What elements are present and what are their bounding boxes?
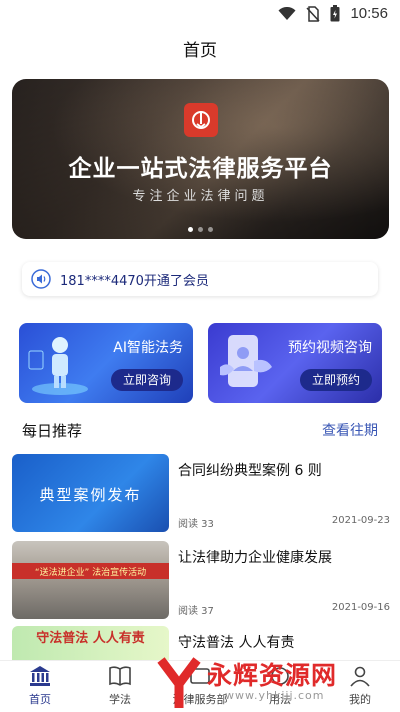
consult-now-button[interactable]: 立即咨询 [111,369,183,391]
scales-logo-icon [192,111,210,129]
clock: 10:56 [350,5,388,22]
article-reads: 阅读 33 [178,519,214,530]
brand-logo [184,103,218,137]
robot-illustration-icon [28,337,88,395]
video-consult-card[interactable]: 预约视频咨询 立即预约 [208,323,382,403]
carousel-dot[interactable] [198,227,203,232]
watermark-logo-icon [157,657,201,708]
ai-legal-card[interactable]: AI智能法务 立即咨询 [19,323,193,403]
status-bar: 10:56 [0,0,400,28]
article-thumbnail: 守法普法 人人有责 [12,626,169,660]
member-notice[interactable]: 181****4470开通了会员 [22,262,378,296]
ai-legal-title: AI智能法务 [113,340,183,356]
article-thumbnail: 典型案例发布 [12,454,169,532]
view-past-link[interactable]: 查看往期 [322,420,378,440]
banner-carousel[interactable]: 企业一站式法律服务平台 专注企业法律问题 [12,79,389,239]
daily-recommend-title: 每日推荐 [22,421,83,440]
tab-label: 学法 [109,693,131,706]
tab-learn-law[interactable]: 学法 [80,661,160,712]
bank-icon [30,666,50,686]
carousel-dots [12,227,389,232]
battery-icon [330,5,340,22]
book-icon [109,666,131,686]
article-title: 让法律助力企业健康发展 [178,550,332,566]
article-thumbnail: “送法进企业” 法治宣传活动 [12,541,169,619]
watermark-brand: 永辉资源网 [207,661,338,690]
wifi-icon [278,6,296,20]
tab-home[interactable]: 首页 [0,661,80,712]
speaker-icon [31,269,51,289]
video-consult-title: 预约视频咨询 [288,340,372,356]
thumbnail-caption: 守法普法 人人有责 [36,631,145,646]
article-item[interactable]: “送法进企业” 法治宣传活动 让法律助力企业健康发展 阅读 37 2021-09… [12,541,390,619]
article-title: 守法普法 人人有责 [178,635,295,651]
thumbnail-caption: “送法进企业” 法治宣传活动 [34,568,147,578]
watermark-url: www.yhkjjj.com [225,689,325,702]
notice-text: 181****4470开通了会员 [60,273,209,289]
article-reads: 阅读 37 [178,606,214,617]
banner-subtitle: 专注企业法律问题 [132,189,269,204]
status-icons: 10:56 [278,5,388,22]
no-sim-icon [306,5,321,22]
phone-video-illustration-icon [220,335,272,387]
book-now-button[interactable]: 立即预约 [300,369,372,391]
thumbnail-caption: 典型案例发布 [39,486,142,504]
article-title: 合同纠纷典型案例 6 则 [178,463,322,479]
article-date: 2021-09-23 [331,515,390,526]
tab-label: 首页 [29,693,51,706]
carousel-dot[interactable] [188,227,193,232]
site-watermark: 永辉资源网 www.yhkjjj.com [155,652,400,712]
banner-title: 企业一站式法律服务平台 [68,156,333,182]
daily-recommend-header: 每日推荐 查看往期 [22,418,378,442]
article-item[interactable]: 典型案例发布 合同纠纷典型案例 6 则 阅读 33 2021-09-23 [12,454,390,532]
carousel-dot[interactable] [208,227,213,232]
page-title: 首页 [183,41,217,61]
article-date: 2021-09-16 [331,602,390,613]
